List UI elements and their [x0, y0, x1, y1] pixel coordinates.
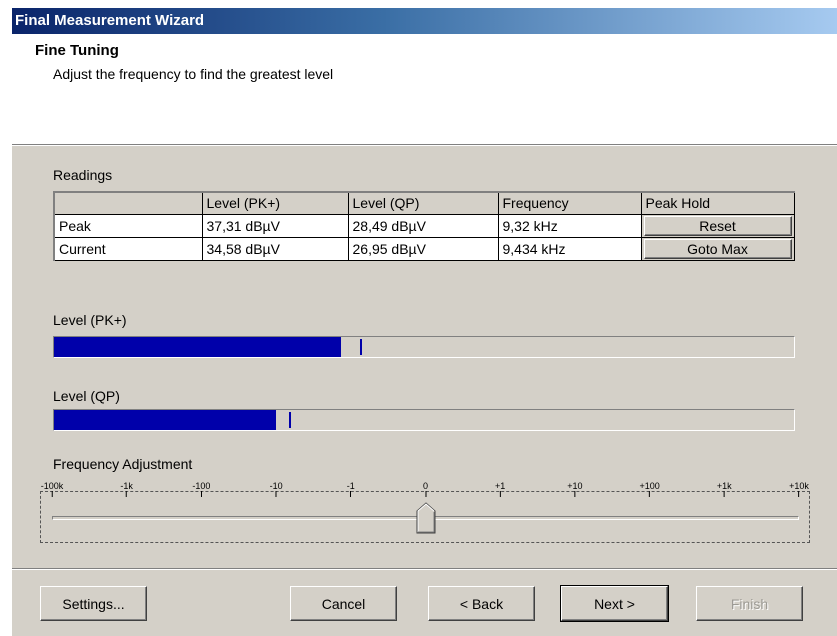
header-separator	[12, 144, 837, 146]
next-button[interactable]: Next >	[560, 585, 669, 622]
goto-max-cell: Goto Max	[640, 236, 795, 261]
wizard-window: Final Measurement Wizard Fine Tuning Adj…	[12, 8, 837, 636]
peak-level-qp: 28,49 dBµV	[347, 213, 499, 238]
readings-label: Readings	[53, 167, 113, 183]
page-subtitle: Adjust the frequency to find the greates…	[53, 66, 334, 82]
col-header-frequency: Frequency	[497, 191, 642, 215]
tick-label: -100	[192, 481, 210, 497]
table-row-peak: Peak 37,31 dBµV 28,49 dBµV 9,32 kHz Rese…	[53, 213, 795, 238]
readings-grid: Level (PK+) Level (QP) Frequency Peak Ho…	[53, 191, 795, 261]
current-level-pk: 34,58 dBµV	[201, 236, 349, 261]
finish-button[interactable]: Finish	[696, 586, 803, 621]
footer-separator	[12, 568, 837, 570]
readings-header-row: Level (PK+) Level (QP) Frequency Peak Ho…	[53, 191, 795, 215]
level-qp-label: Level (QP)	[53, 388, 120, 404]
freq-slider-thumb[interactable]	[416, 502, 436, 534]
row-label-current: Current	[53, 236, 203, 261]
peak-frequency: 9,32 kHz	[497, 213, 642, 238]
window-title: Final Measurement Wizard	[15, 12, 205, 29]
col-header-level-qp: Level (QP)	[347, 191, 499, 215]
col-header-level-pk: Level (PK+)	[201, 191, 349, 215]
cancel-button[interactable]: Cancel	[290, 586, 397, 621]
current-frequency: 9,434 kHz	[497, 236, 642, 261]
page-title: Fine Tuning	[35, 42, 119, 59]
tick-label: +10	[567, 481, 583, 497]
tick-label: +1k	[717, 481, 732, 497]
level-qp-fill	[54, 410, 276, 430]
level-qp-peak-marker	[289, 412, 292, 428]
tick-label: +1	[495, 481, 505, 497]
table-row-current: Current 34,58 dBµV 26,95 dBµV 9,434 kHz …	[53, 236, 795, 261]
wizard-header	[12, 34, 837, 144]
current-level-qp: 26,95 dBµV	[347, 236, 499, 261]
title-bar: Final Measurement Wizard	[12, 8, 837, 34]
tick-label: +10k	[789, 481, 809, 497]
level-qp-bar	[53, 409, 795, 431]
goto-max-button[interactable]: Goto Max	[643, 238, 792, 259]
col-header-peak-hold: Peak Hold	[640, 191, 795, 215]
peak-level-pk: 37,31 dBµV	[201, 213, 349, 238]
level-pk-label: Level (PK+)	[53, 312, 127, 328]
settings-button[interactable]: Settings...	[40, 586, 147, 621]
peak-hold-cell: Reset	[640, 213, 795, 238]
tick-label: -100k	[41, 481, 63, 497]
freq-adjust-label: Frequency Adjustment	[53, 456, 193, 472]
back-button[interactable]: < Back	[428, 586, 535, 621]
tick-label: -1	[347, 481, 355, 497]
tick-label: -10	[270, 481, 283, 497]
level-pk-bar	[53, 336, 795, 358]
level-pk-fill	[54, 337, 342, 357]
col-header-blank	[53, 191, 203, 215]
tick-label: +100	[639, 481, 660, 497]
level-pk-peak-marker	[360, 339, 363, 355]
tick-label: 0	[423, 481, 428, 497]
tick-label: -1k	[120, 481, 133, 497]
row-label-peak: Peak	[53, 213, 203, 238]
reset-button[interactable]: Reset	[643, 215, 792, 236]
